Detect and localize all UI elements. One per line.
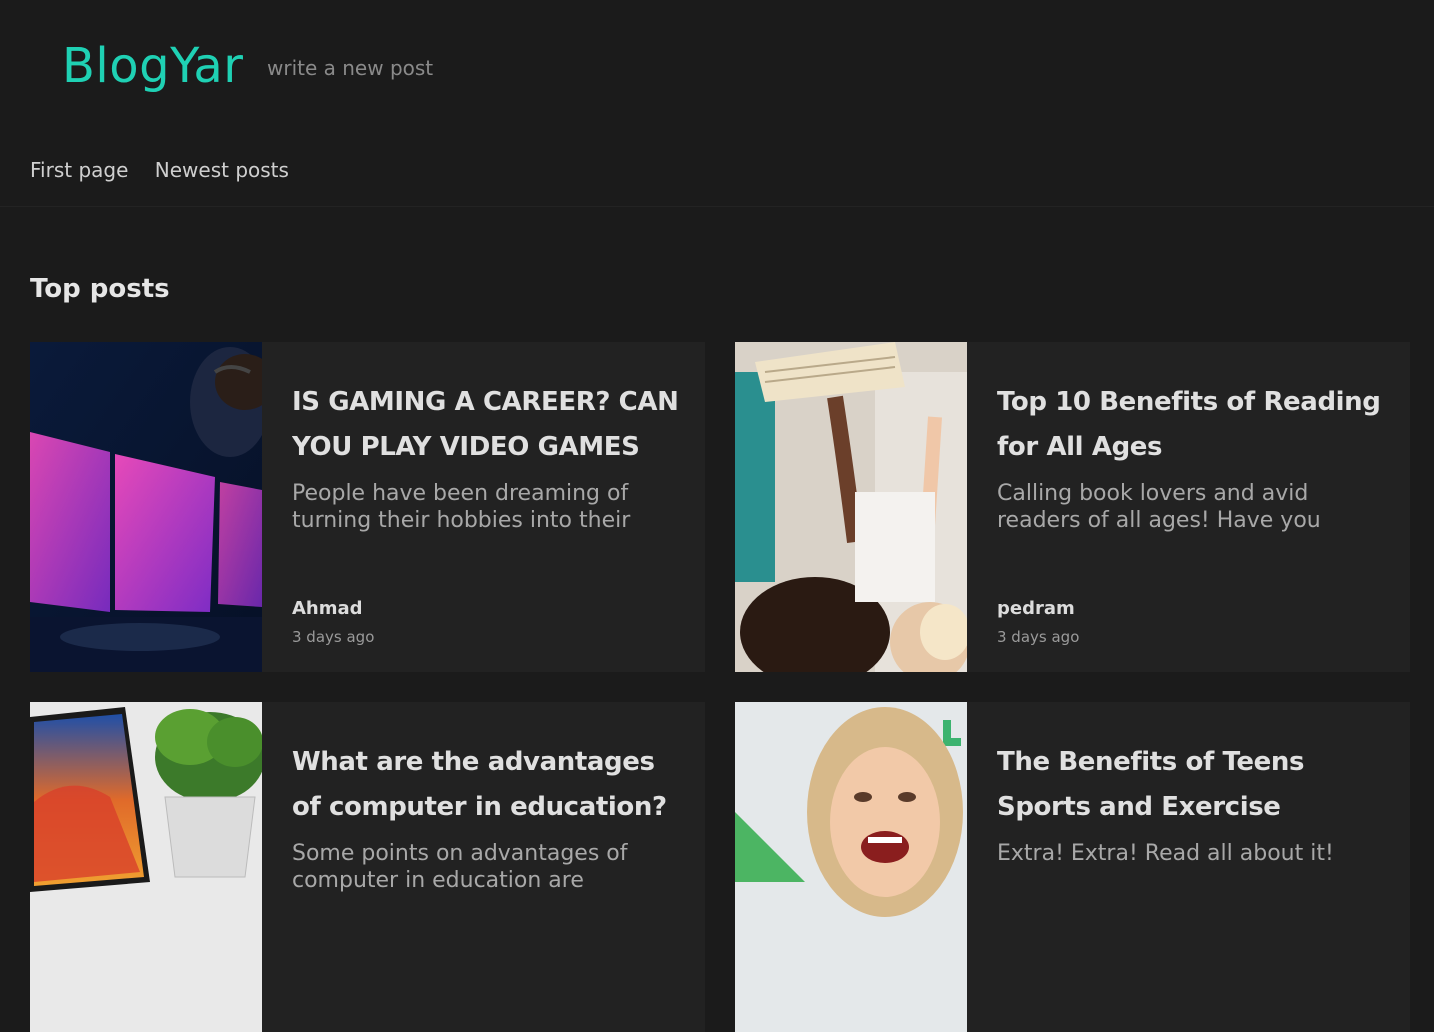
post-thumbnail-gaming — [30, 342, 262, 672]
post-excerpt: Extra! Extra! Read all about it! — [997, 841, 1334, 866]
post-card[interactable]: The Benefits of Teens Sports and Exercis… — [735, 702, 1410, 1032]
post-thumbnail-reading — [735, 342, 967, 672]
post-card[interactable]: What are the advantages of computer in e… — [30, 702, 705, 1032]
nav-newest-posts[interactable]: Newest posts — [155, 158, 289, 182]
post-author: Ahmad — [292, 598, 363, 619]
post-time: 3 days ago — [292, 628, 375, 646]
post-card[interactable]: IS GAMING A CAREER? CAN YOU PLAY VIDEO G… — [30, 342, 705, 672]
section-title-top-posts: Top posts — [30, 274, 170, 304]
post-title[interactable]: What are the advantages of computer in e… — [292, 740, 682, 830]
main-nav: First page Newest posts — [30, 158, 309, 182]
post-title[interactable]: IS GAMING A CAREER? CAN YOU PLAY VIDEO G… — [292, 380, 682, 470]
post-thumbnail-computer — [30, 702, 262, 1032]
site-logo[interactable]: BlogYar — [62, 38, 243, 94]
nav-first-page[interactable]: First page — [30, 158, 128, 182]
post-excerpt: Some points on advantages of computer in… — [292, 841, 628, 893]
site-header: BlogYar write a new post First page Newe… — [0, 0, 1434, 207]
post-time: 3 days ago — [997, 628, 1080, 646]
post-thumbnail-teen — [735, 702, 967, 1032]
post-title[interactable]: The Benefits of Teens Sports and Exercis… — [997, 740, 1387, 830]
write-new-post-link[interactable]: write a new post — [267, 56, 433, 80]
post-title[interactable]: Top 10 Benefits of Reading for All Ages — [997, 380, 1387, 470]
post-excerpt: People have been dreaming of turning the… — [292, 481, 631, 533]
post-card[interactable]: Top 10 Benefits of Reading for All Ages … — [735, 342, 1410, 672]
post-excerpt: Calling book lovers and avid readers of … — [997, 481, 1321, 533]
post-author: pedram — [997, 598, 1075, 619]
